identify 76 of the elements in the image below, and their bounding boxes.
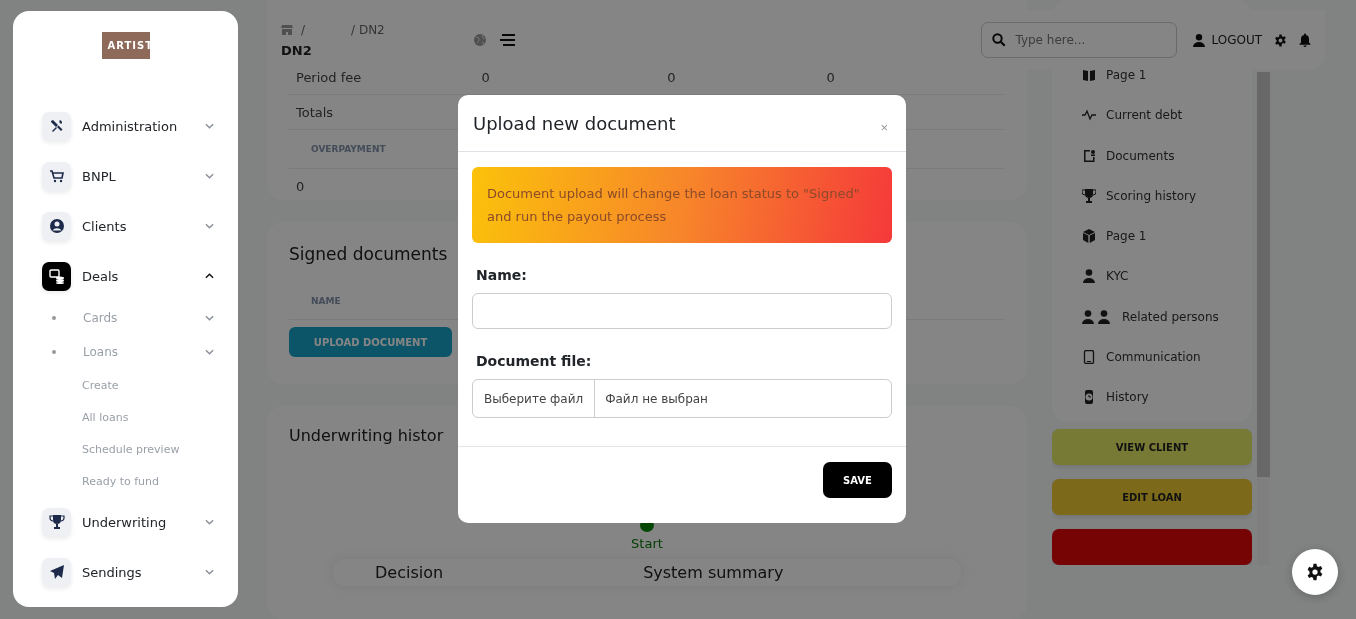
sidebar-subitem[interactable]: Schedule preview [42, 433, 214, 465]
card-title: Underwriting histor [289, 426, 445, 445]
sidebar-item[interactable]: Deals [42, 251, 214, 301]
chevron-icon [205, 349, 214, 355]
bell-icon[interactable] [1299, 33, 1311, 47]
settings-icon[interactable] [1274, 33, 1287, 47]
menu-item[interactable]: Documents [1082, 146, 1252, 165]
search-icon [992, 33, 1007, 47]
dialog-title: Upload new document [473, 112, 676, 134]
users-icon [1082, 309, 1112, 324]
sidebar-subitem[interactable]: All loans [42, 401, 214, 433]
sidebar-item[interactable]: BNPL [42, 151, 214, 201]
chevron-icon [205, 173, 214, 179]
chevron-icon [205, 519, 214, 525]
name-input-field[interactable] [472, 293, 892, 329]
save-button[interactable]: SAVE [823, 462, 892, 498]
column-header: NAME [310, 295, 341, 306]
sidebar-item[interactable]: Underwriting [42, 497, 214, 547]
globe-icon[interactable] [473, 33, 487, 47]
table-cell-text: Totals [295, 104, 335, 120]
menu-item[interactable]: Current debt [1082, 106, 1252, 125]
section-title: Decision [375, 563, 444, 582]
close-button[interactable]: × [876, 115, 892, 139]
breadcrumb-separator: / [301, 22, 306, 37]
document-icon [1082, 148, 1096, 163]
sidebar-subitem[interactable]: Cards [42, 301, 214, 335]
cube-icon [1082, 229, 1096, 243]
sidebar-item[interactable]: Administration [42, 101, 214, 151]
page-title: DN2 [281, 42, 313, 58]
menu-item[interactable]: Page 1 [1082, 227, 1252, 245]
menu-item[interactable]: KYC [1082, 267, 1252, 286]
search-field[interactable]: Type here... [981, 22, 1178, 58]
start-label: Start [631, 536, 663, 551]
chevron-icon [205, 273, 214, 279]
settings-button[interactable] [1292, 549, 1338, 595]
chevron-icon [205, 569, 214, 575]
sidebar-subitem[interactable]: Create [42, 369, 214, 401]
action-button[interactable]: EDIT LOAN [1052, 479, 1252, 515]
menu-item[interactable]: Page 1 [1082, 66, 1252, 84]
table-cell-text: 0 [295, 178, 306, 194]
card-title: Signed documents [289, 244, 449, 264]
chevron-icon [205, 123, 214, 129]
table-cell-text: 0 [666, 69, 677, 85]
sidebar-subitem[interactable]: Loans [42, 335, 214, 369]
menu-item[interactable]: Scoring history [1082, 186, 1252, 205]
logout-link[interactable]: LOGOUT [1193, 33, 1262, 47]
pulse-icon [1082, 108, 1096, 123]
trophy-icon [1082, 188, 1096, 203]
user-icon [1193, 33, 1206, 47]
field-label: Name: [476, 267, 528, 283]
menu-item[interactable]: History [1082, 388, 1252, 406]
sidebar-item[interactable]: Sendings [42, 547, 214, 597]
phone-icon [1082, 349, 1096, 364]
logo: ARTIST [101, 32, 150, 59]
breadcrumb-item[interactable]: / DN2 [351, 22, 385, 37]
home-icon[interactable] [281, 23, 293, 36]
sidebar-subitem[interactable]: Ready to fund [42, 465, 214, 497]
table-cell-text: 0 [480, 69, 491, 85]
chevron-icon [205, 223, 214, 229]
table-cell-text: 0 [825, 69, 836, 85]
field-label: Document file: [476, 353, 593, 369]
menu-item[interactable]: Related persons [1082, 307, 1252, 326]
file-input-field[interactable]: Выберите файл Файл не выбран [472, 379, 892, 418]
action-button[interactable]: VIEW CLIENT [1052, 429, 1252, 465]
user-icon [1082, 269, 1096, 284]
menu-item[interactable]: Communication [1082, 347, 1252, 366]
table-cell-text: Period fee [295, 69, 363, 85]
watch-icon [1082, 390, 1096, 404]
settings-icon [1306, 563, 1324, 581]
column-header: OVERPAYMENT [310, 144, 386, 154]
section-title: System summary [643, 563, 784, 582]
chevron-icon [205, 315, 214, 321]
warning-alert: Document upload will change the loan status to "Signed" and run the payout process [472, 167, 892, 243]
book-icon [1082, 68, 1096, 82]
menu-icon[interactable] [499, 34, 516, 46]
sidebar-item[interactable]: Clients [42, 201, 214, 251]
